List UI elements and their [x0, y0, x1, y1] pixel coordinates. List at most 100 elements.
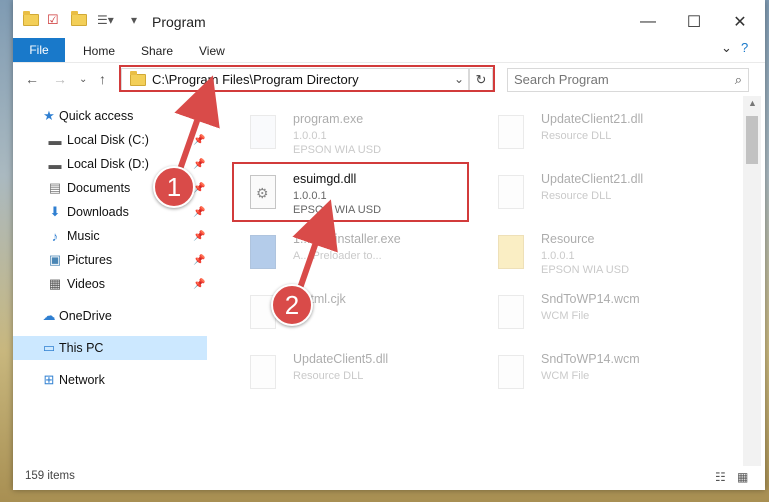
sidebar-item-label: Quick access [59, 109, 134, 123]
file-item[interactable]: 1...dmdinstaller.exe A... Preloader to..… [235, 224, 475, 280]
properties-icon[interactable]: ☑ [47, 12, 59, 28]
drive-icon: ▬ [48, 132, 62, 148]
recent-locations-icon[interactable]: ⌄ [79, 74, 87, 85]
pin-icon: 📌 [193, 278, 206, 290]
sidebar-item-label: This PC [59, 341, 104, 355]
sidebar-item-label: Videos [67, 277, 105, 291]
sidebar-item-label: Pictures [67, 253, 113, 267]
file-name: program.exe [293, 112, 364, 126]
file-item[interactable]: program.exe 1.0.0.1 EPSON WIA USD [235, 104, 475, 160]
file-version: 1.0.0.1 [541, 250, 575, 262]
callout-badge-1: 1 [153, 166, 195, 208]
file-name: SndToWP14.wcm [541, 292, 640, 306]
folder-icon [23, 11, 39, 28]
address-highlight-box [119, 65, 495, 92]
folder-icon [495, 232, 527, 272]
customize-toolbar-icon[interactable]: ☰▾ [97, 12, 114, 28]
file-item[interactable]: UpdateClient21.dll Resource DLL [483, 164, 723, 220]
file-name: SndToWP14.wcm [541, 352, 640, 366]
sidebar-item-pictures[interactable]: ▣ Pictures 📌 [13, 248, 207, 272]
video-icon: ▦ [48, 276, 62, 291]
window-title: Program [152, 14, 206, 30]
exe-icon [247, 112, 279, 152]
search-icon[interactable]: ⌕ [735, 72, 742, 88]
back-icon[interactable]: ← [25, 71, 39, 87]
file-description: EPSON WIA USD [293, 144, 382, 156]
folder-item[interactable]: Resource 1.0.0.1 EPSON WIA USD [483, 224, 723, 280]
sidebar-item-videos[interactable]: ▦ Videos 📌 [13, 272, 207, 296]
network-icon: ⊞ [43, 372, 55, 387]
status-bar: 159 items ☷ ▦ [13, 466, 765, 488]
file-item[interactable]: SndToWP14.wcm WCM File [483, 344, 723, 400]
sidebar-item-label: Downloads [67, 205, 129, 219]
file-item[interactable]: UpdateClient21.dll Resource DLL [483, 104, 723, 160]
expand-ribbon-icon[interactable]: ⌄ [721, 40, 732, 56]
details-view-icon[interactable]: ☷ [715, 470, 726, 484]
computer-icon: ▭ [42, 340, 56, 355]
maximize-button[interactable]: ☐ [671, 8, 717, 36]
up-icon[interactable]: ↑ [99, 71, 106, 87]
download-icon: ⬇ [49, 204, 61, 219]
tab-home[interactable]: Home [83, 40, 115, 62]
sidebar-item-music[interactable]: ♪ Music 📌 [13, 224, 207, 248]
pin-icon: 📌 [193, 134, 206, 146]
help-icon[interactable]: ? [741, 40, 748, 55]
file-type: Resource DLL [293, 370, 364, 382]
vertical-scrollbar[interactable]: ▲ [743, 96, 761, 466]
sidebar-item-label: Network [59, 373, 105, 387]
sidebar-item-this-pc[interactable]: ▭ This PC [13, 336, 207, 360]
navigation-pane: ★ Quick access ▬ Local Disk (C:) 📌 ▬ Loc… [13, 96, 209, 466]
tab-view[interactable]: View [199, 40, 225, 62]
sidebar-item-label: OneDrive [59, 309, 112, 323]
sidebar-item-onedrive[interactable]: ☁ OneDrive [13, 304, 207, 328]
close-button[interactable]: ✕ [717, 8, 763, 36]
picture-icon: ▣ [48, 252, 62, 267]
drive-icon: ▬ [48, 156, 62, 172]
new-folder-icon[interactable] [71, 11, 87, 28]
file-type: Resource DLL [541, 190, 612, 202]
file-name: 1...dmdinstaller.exe [293, 232, 401, 246]
dll-file-icon [495, 172, 527, 212]
sidebar-item-local-disk-c[interactable]: ▬ Local Disk (C:) 📌 [13, 128, 207, 152]
scrollbar-thumb[interactable] [746, 116, 758, 164]
file-type: WCM File [541, 310, 590, 322]
sidebar-item-label: Local Disk (D:) [67, 157, 149, 171]
dll-file-icon [495, 112, 527, 152]
star-icon: ★ [43, 108, 55, 123]
sidebar-item-quick-access[interactable]: ★ Quick access [13, 104, 207, 128]
pin-icon: 📌 [193, 230, 206, 242]
forward-icon[interactable]: → [53, 71, 67, 87]
file-icon [495, 292, 527, 332]
file-name: Resource [541, 232, 595, 246]
pin-icon: 📌 [193, 206, 206, 218]
tiles-view-icon[interactable]: ▦ [737, 470, 748, 484]
search-input[interactable] [514, 72, 714, 87]
installer-icon [247, 232, 279, 272]
explorer-window: ☑ ☰▾ ▾ Program — ☐ ✕ File Home Share Vie… [13, 0, 765, 490]
tab-share[interactable]: Share [141, 40, 173, 62]
callout-badge-2: 2 [271, 284, 313, 326]
file-name: UpdateClient5.dll [293, 352, 389, 366]
minimize-button[interactable]: — [625, 8, 671, 36]
file-name: UpdateClient21.dll [541, 172, 644, 186]
scroll-up-icon[interactable]: ▲ [748, 98, 757, 108]
file-icon [495, 352, 527, 392]
sidebar-item-label: Local Disk (C:) [67, 133, 149, 147]
file-item[interactable]: ...html.cjk ... [235, 284, 475, 340]
ribbon-tabs: File Home Share View ⌄ ? [13, 36, 765, 62]
search-box: ⌕ [507, 68, 749, 92]
file-description: A... Preloader to... [293, 250, 382, 262]
music-icon: ♪ [51, 228, 59, 244]
pin-icon: 📌 [193, 158, 206, 170]
file-description: EPSON WIA USD [541, 264, 630, 276]
file-name: UpdateClient21.dll [541, 112, 644, 126]
file-item[interactable]: UpdateClient5.dll Resource DLL [235, 344, 475, 400]
tab-file[interactable]: File [13, 38, 65, 62]
sidebar-item-network[interactable]: ⊞ Network [13, 368, 207, 392]
item-count: 159 items [25, 470, 75, 482]
file-type: WCM File [541, 370, 590, 382]
document-icon: ▤ [48, 180, 62, 195]
file-version: 1.0.0.1 [293, 130, 327, 142]
file-item[interactable]: SndToWP14.wcm WCM File [483, 284, 723, 340]
dropdown-icon[interactable]: ▾ [131, 12, 137, 28]
